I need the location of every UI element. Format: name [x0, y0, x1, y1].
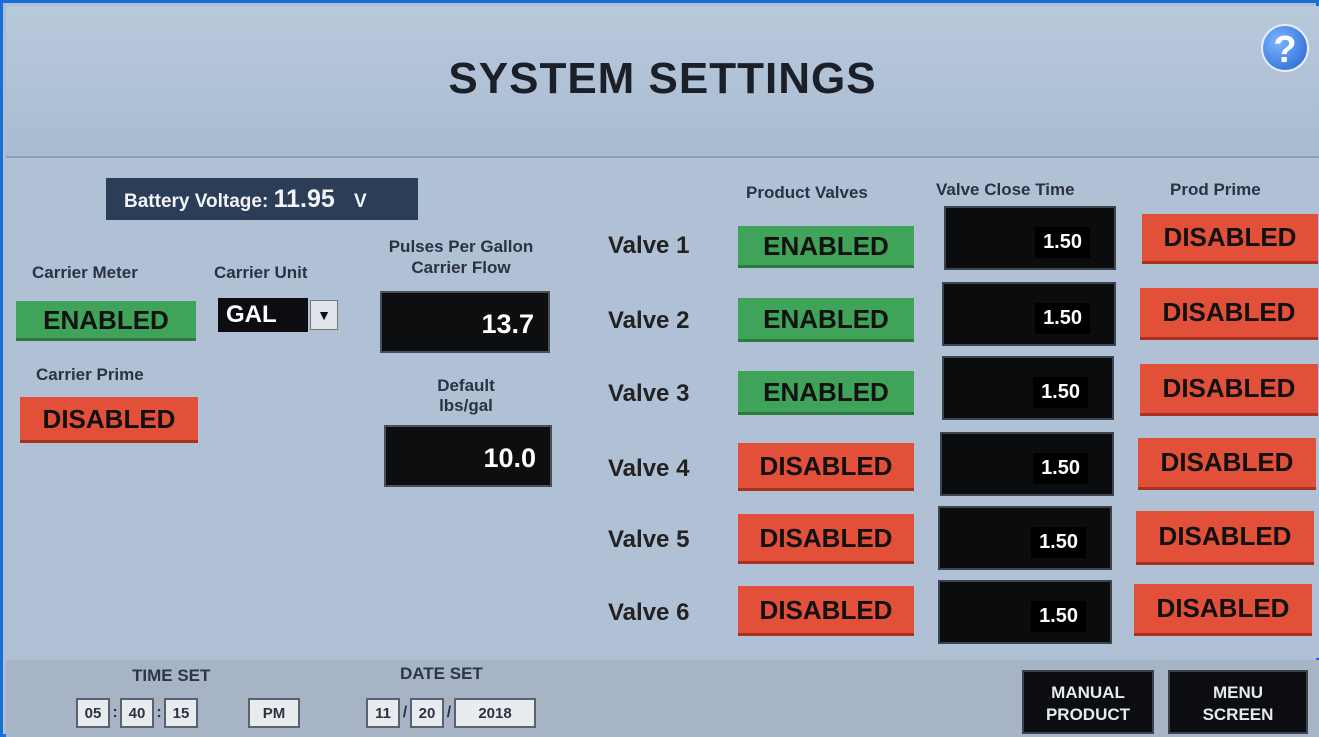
valve-2-product-toggle[interactable]: ENABLED	[738, 298, 914, 342]
pulses-label-line2: Carrier Flow	[411, 258, 511, 277]
date-day-field[interactable]: 20	[410, 698, 444, 728]
carrier-unit-value[interactable]: GAL	[218, 298, 308, 332]
chevron-down-icon[interactable]: ▼	[310, 300, 338, 330]
valve-6-prime-toggle[interactable]: DISABLED	[1134, 584, 1312, 636]
valve-5-label: Valve 5	[608, 526, 690, 553]
screen-frame: SYSTEM SETTINGS ? Battery Voltage: 11.95…	[0, 0, 1319, 737]
carrier-prime-toggle[interactable]: DISABLED	[20, 397, 198, 443]
battery-voltage-label: Battery Voltage:	[124, 191, 269, 212]
valve-1-close-time-value: 1.50	[1035, 227, 1090, 258]
valve-5-product-toggle[interactable]: DISABLED	[738, 514, 914, 564]
footer-bar: TIME SET 05 : 40 : 15 PM DATE SET 11 / 2…	[6, 660, 1319, 737]
valve-6-label: Valve 6	[608, 599, 690, 626]
valve-1-prime-toggle[interactable]: DISABLED	[1142, 214, 1318, 264]
valve-4-close-time-input[interactable]: 1.50	[940, 432, 1114, 496]
time-set-label: TIME SET	[132, 666, 211, 685]
carrier-meter-label: Carrier Meter	[32, 263, 138, 282]
valve-6-close-time-value: 1.50	[1031, 601, 1086, 632]
default-label-line1: Default	[437, 376, 495, 395]
valve-5-close-time-value: 1.50	[1031, 527, 1086, 558]
date-month-field[interactable]: 11	[366, 698, 400, 728]
valve-3-prime-toggle[interactable]: DISABLED	[1140, 364, 1318, 416]
page-title: SYSTEM SETTINGS	[448, 54, 877, 103]
carrier-unit-dropdown[interactable]: GAL ▼	[218, 298, 340, 334]
date-separator: /	[402, 704, 408, 721]
carrier-unit-label: Carrier Unit	[214, 263, 308, 282]
prod-prime-header: Prod Prime	[1170, 180, 1261, 199]
valve-3-close-time-value: 1.50	[1033, 377, 1088, 408]
valve-4-prime-toggle[interactable]: DISABLED	[1138, 438, 1316, 490]
pulses-per-gallon-label: Pulses Per Gallon Carrier Flow	[366, 236, 556, 278]
valve-6-product-toggle[interactable]: DISABLED	[738, 586, 914, 636]
valve-4-label: Valve 4	[608, 455, 690, 482]
battery-voltage-value: 11.95	[273, 185, 335, 213]
valve-3-product-toggle[interactable]: ENABLED	[738, 371, 914, 415]
valve-1-close-time-input[interactable]: 1.50	[944, 206, 1116, 270]
valve-3-close-time-input[interactable]: 1.50	[942, 356, 1114, 420]
time-separator: :	[112, 704, 118, 721]
date-year-field[interactable]: 2018	[454, 698, 536, 728]
header-bar: SYSTEM SETTINGS ?	[6, 6, 1319, 158]
menu-screen-line2: SCREEN	[1202, 705, 1274, 724]
valve-5-prime-toggle[interactable]: DISABLED	[1136, 511, 1314, 565]
menu-screen-line1: MENU	[1212, 683, 1264, 702]
valve-6-close-time-input[interactable]: 1.50	[938, 580, 1112, 644]
time-separator: :	[156, 704, 162, 721]
date-separator: /	[446, 704, 452, 721]
carrier-prime-label: Carrier Prime	[36, 365, 144, 384]
valve-5-close-time-input[interactable]: 1.50	[938, 506, 1112, 570]
manual-product-button[interactable]: MANUAL PRODUCT	[1022, 670, 1154, 734]
pulses-label-line1: Pulses Per Gallon	[388, 237, 534, 256]
time-ampm-field[interactable]: PM	[248, 698, 300, 728]
valve-2-close-time-input[interactable]: 1.50	[942, 282, 1116, 346]
valve-4-product-toggle[interactable]: DISABLED	[738, 443, 914, 491]
valve-4-close-time-value: 1.50	[1033, 453, 1088, 484]
help-icon[interactable]: ?	[1261, 24, 1309, 72]
default-lbs-gal-label: Default lbs/gal	[386, 376, 546, 416]
settings-panel: Battery Voltage: 11.95 V Carrier Meter E…	[6, 158, 1319, 658]
pulses-per-gallon-input[interactable]: 13.7	[380, 291, 550, 353]
valve-2-label: Valve 2	[608, 307, 690, 334]
default-lbs-gal-input[interactable]: 10.0	[384, 425, 552, 487]
default-label-line2: lbs/gal	[439, 396, 493, 415]
battery-voltage-display: Battery Voltage: 11.95 V	[106, 178, 418, 220]
valve-close-time-header: Valve Close Time	[936, 180, 1075, 199]
battery-voltage-unit: V	[354, 191, 367, 212]
time-minute-field[interactable]: 40	[120, 698, 154, 728]
valve-3-label: Valve 3	[608, 380, 690, 407]
carrier-meter-toggle[interactable]: ENABLED	[16, 301, 196, 341]
manual-product-line2: PRODUCT	[1045, 705, 1131, 724]
product-valves-header: Product Valves	[746, 183, 868, 202]
valve-2-close-time-value: 1.50	[1035, 303, 1090, 334]
time-second-field[interactable]: 15	[164, 698, 198, 728]
time-hour-field[interactable]: 05	[76, 698, 110, 728]
date-set-label: DATE SET	[400, 664, 483, 683]
menu-screen-button[interactable]: MENU SCREEN	[1168, 670, 1308, 734]
valve-1-product-toggle[interactable]: ENABLED	[738, 226, 914, 268]
manual-product-line1: MANUAL	[1051, 683, 1125, 702]
valve-2-prime-toggle[interactable]: DISABLED	[1140, 288, 1318, 340]
valve-1-label: Valve 1	[608, 232, 690, 259]
